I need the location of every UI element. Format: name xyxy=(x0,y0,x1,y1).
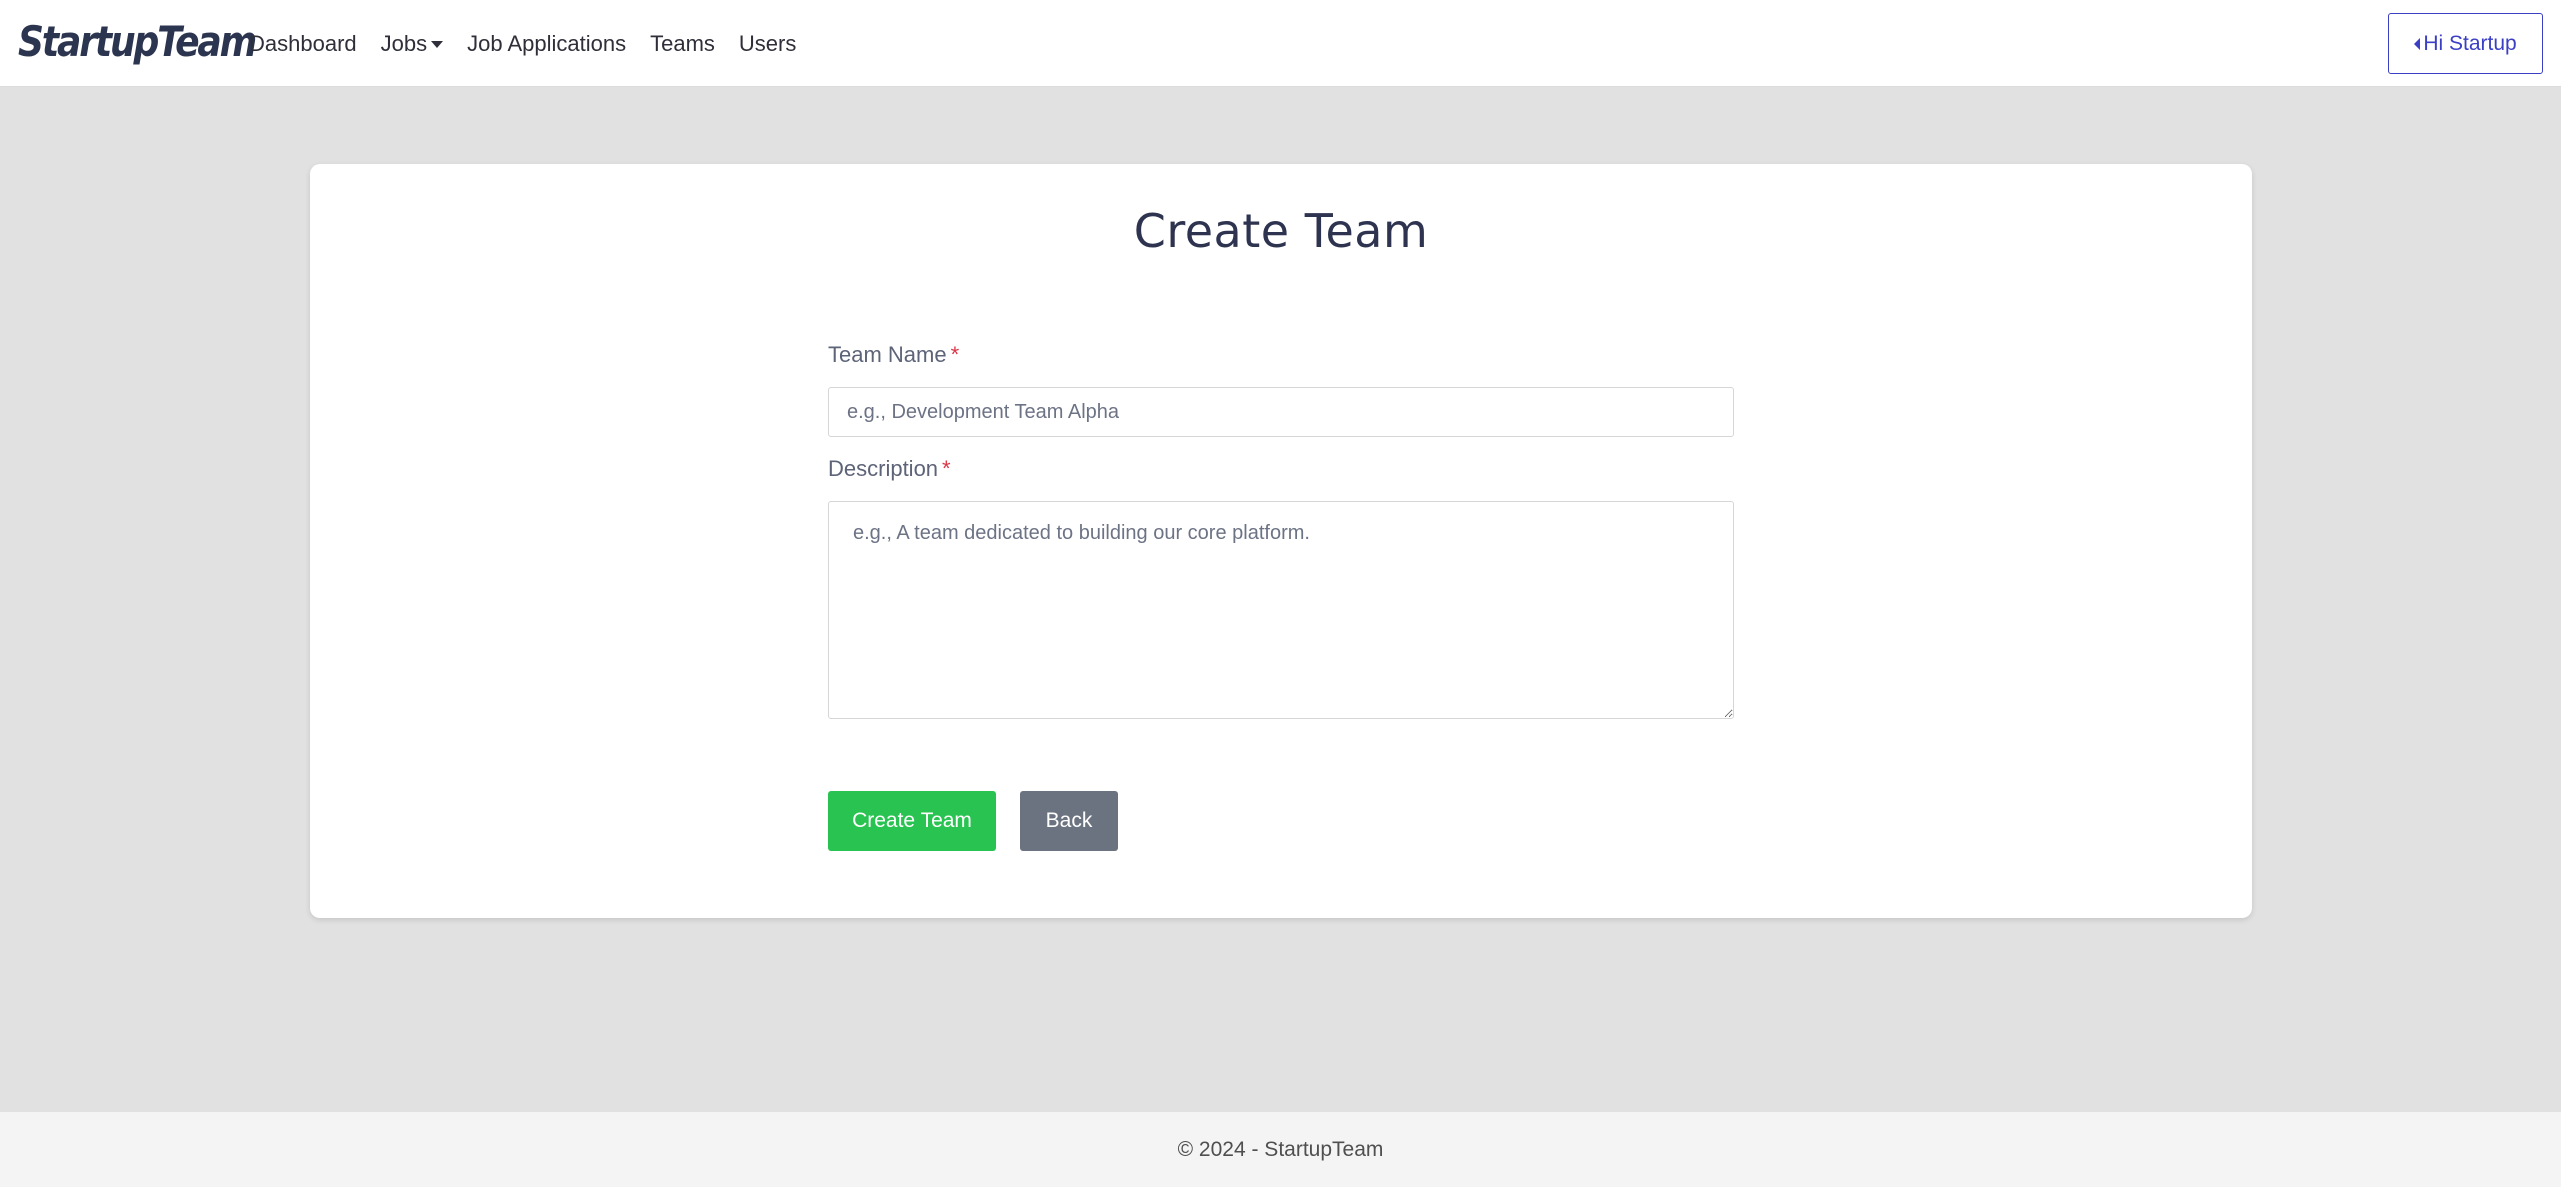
team-name-label-text: Team Name xyxy=(828,342,947,367)
nav-link-users[interactable]: Users xyxy=(739,31,796,57)
nav-link-job-applications[interactable]: Job Applications xyxy=(467,31,626,57)
required-marker: * xyxy=(942,456,951,481)
description-label: Description * xyxy=(828,456,951,482)
caret-left-icon xyxy=(2414,37,2421,50)
create-team-button[interactable]: Create Team xyxy=(828,791,996,851)
caret-down-icon xyxy=(431,41,444,48)
footer-copyright: © 2024 - StartupTeam xyxy=(1177,1137,1384,1161)
nav-link-jobs[interactable]: Jobs xyxy=(380,30,444,57)
footer: © 2024 - StartupTeam xyxy=(0,1112,2561,1187)
team-name-input[interactable] xyxy=(828,387,1734,437)
team-name-label: Team Name * xyxy=(828,342,959,368)
nav-link-teams[interactable]: Teams xyxy=(650,31,715,57)
description-label-text: Description xyxy=(828,456,939,481)
page-title: Create Team xyxy=(1133,204,1429,258)
back-button[interactable]: Back xyxy=(1020,791,1118,851)
required-marker: * xyxy=(950,342,960,367)
nav-links: Dashboard Jobs Job Applications Teams Us… xyxy=(249,0,820,87)
user-menu-button[interactable]: Hi Startup xyxy=(2388,13,2543,74)
user-menu-label: Hi Startup xyxy=(2423,31,2517,55)
nav-link-jobs-label: Jobs xyxy=(380,30,428,56)
description-textarea[interactable] xyxy=(828,501,1734,719)
create-team-card: Create Team Team Name* Description* Crea… xyxy=(310,164,2252,918)
nav-link-dashboard[interactable]: Dashboard xyxy=(249,31,357,57)
brand-logo[interactable]: StartupTeam xyxy=(18,14,257,70)
navbar: StartupTeam Dashboard Jobs Job Applicati… xyxy=(0,0,2561,87)
